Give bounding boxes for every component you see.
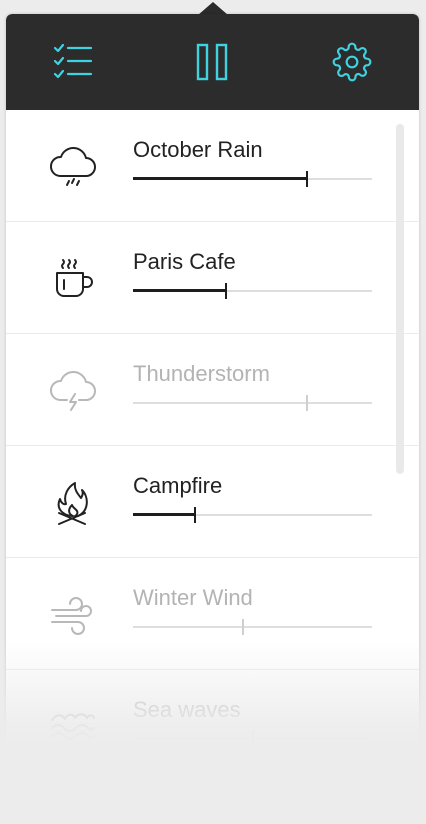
slider-fill	[133, 513, 195, 516]
pause-button[interactable]	[190, 40, 234, 84]
volume-slider[interactable]	[133, 618, 372, 636]
waves-icon	[46, 700, 100, 754]
volume-slider[interactable]	[133, 170, 372, 188]
rain-cloud-icon	[46, 140, 100, 194]
wind-icon	[46, 588, 100, 642]
sound-row-campfire[interactable]: Campfire	[6, 446, 419, 558]
slider-handle[interactable]	[306, 171, 308, 187]
slider-track	[133, 626, 372, 628]
gear-icon	[332, 42, 372, 82]
slider-handle[interactable]	[252, 731, 254, 747]
list-scrollbar[interactable]	[396, 124, 404, 474]
volume-slider[interactable]	[133, 730, 372, 748]
checklist-icon	[53, 43, 93, 79]
slider-track	[133, 402, 372, 404]
slider-handle[interactable]	[242, 619, 244, 635]
pause-icon	[196, 43, 228, 81]
slider-fill	[133, 289, 226, 292]
sound-row-winter-wind[interactable]: Winter Wind	[6, 558, 419, 670]
sound-list: October Rain Paris Cafe Thunderstorm Cam…	[6, 110, 419, 782]
sound-name: Thunderstorm	[133, 361, 270, 386]
slider-handle[interactable]	[225, 283, 227, 299]
sound-row-paris-cafe[interactable]: Paris Cafe	[6, 222, 419, 334]
slider-fill	[133, 177, 307, 180]
sound-row-thunderstorm[interactable]: Thunderstorm	[6, 334, 419, 446]
volume-slider[interactable]	[133, 394, 372, 412]
volume-slider[interactable]	[133, 506, 372, 524]
sound-name: Paris Cafe	[133, 249, 236, 274]
sound-row-october-rain[interactable]: October Rain	[6, 110, 419, 222]
playlist-button[interactable]	[51, 40, 95, 84]
app-window: October Rain Paris Cafe Thunderstorm Cam…	[0, 0, 426, 824]
sound-name: October Rain	[133, 137, 263, 162]
sound-name: Campfire	[133, 473, 223, 498]
sounds-popover: October Rain Paris Cafe Thunderstorm Cam…	[6, 14, 419, 824]
settings-button[interactable]	[330, 40, 374, 84]
sound-row-sea-waves[interactable]: Sea waves	[6, 670, 419, 782]
sound-name: Sea waves	[133, 697, 241, 722]
coffee-cup-icon	[46, 252, 100, 306]
slider-handle[interactable]	[306, 395, 308, 411]
campfire-icon	[46, 476, 100, 530]
volume-slider[interactable]	[133, 282, 372, 300]
slider-handle[interactable]	[194, 507, 196, 523]
sound-name: Winter Wind	[133, 585, 253, 610]
toolbar	[6, 14, 419, 110]
thunder-cloud-icon	[46, 364, 100, 418]
